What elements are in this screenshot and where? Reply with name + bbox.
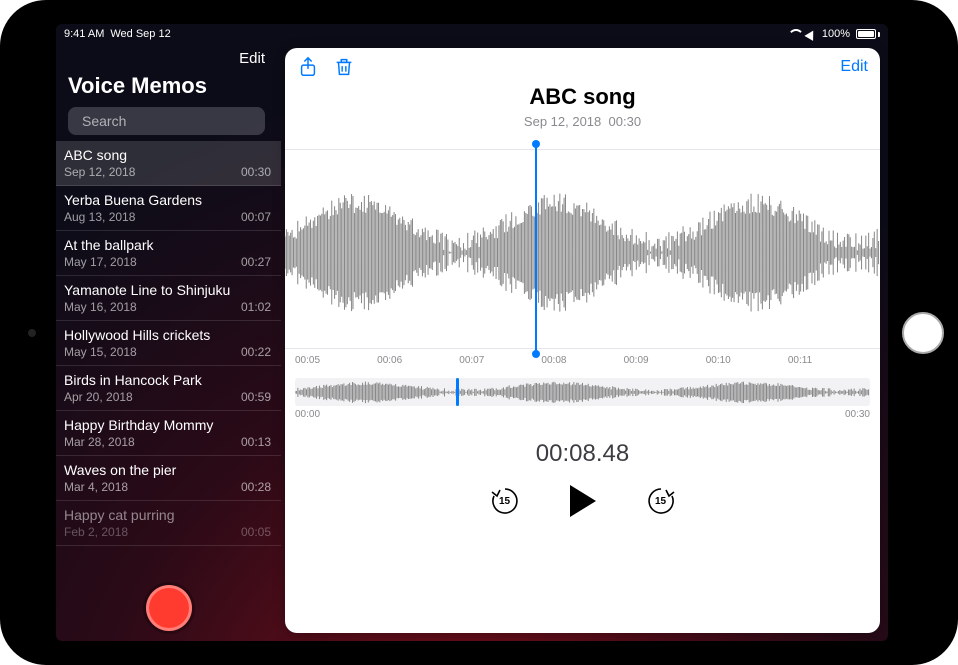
memo-item-title: Yamanote Line to Shinjuku (64, 282, 271, 298)
memo-item-duration: 00:05 (241, 525, 271, 539)
sidebar-edit-button[interactable]: Edit (62, 48, 271, 73)
recording-title: ABC song (285, 84, 880, 110)
memo-item-date: May 15, 2018 (64, 345, 137, 359)
front-camera (28, 329, 36, 337)
memo-item-date: Feb 2, 2018 (64, 525, 128, 539)
memo-item-title: Happy Birthday Mommy (64, 417, 271, 433)
memo-item-duration: 00:22 (241, 345, 271, 359)
battery-icon (856, 29, 880, 39)
memo-item-duration: 00:27 (241, 255, 271, 269)
timeline-tick-label: 00:07 (459, 355, 541, 366)
memo-item-title: Hollywood Hills crickets (64, 327, 271, 343)
memo-list-item[interactable]: Waves on the pier Mar 4, 2018 00:28 (56, 456, 281, 501)
playback-controls: 15 15 (285, 484, 880, 518)
home-button[interactable] (902, 312, 944, 354)
memo-list[interactable]: ABC song Sep 12, 2018 00:30 Yerba Buena Gar… (56, 141, 281, 546)
waveform-large-graphic (285, 150, 880, 355)
memo-item-duration: 00:59 (241, 390, 271, 404)
play-button[interactable] (570, 485, 596, 517)
memo-item-title: Yerba Buena Gardens (64, 192, 271, 208)
waveform-large[interactable] (285, 149, 880, 349)
share-icon[interactable] (297, 56, 319, 78)
memo-list-item[interactable]: ABC song Sep 12, 2018 00:30 (56, 141, 281, 186)
timeline-tick-label: 00:06 (377, 355, 459, 366)
skip-back-button[interactable]: 15 (488, 484, 522, 518)
playhead-overview[interactable] (456, 378, 459, 406)
wifi-icon (788, 29, 800, 39)
ipad-frame: 9:41 AM Wed Sep 12 100% Edit Voice Memos (0, 0, 958, 665)
memo-item-duration: 00:13 (241, 435, 271, 449)
timeline-tick-label: 00:09 (624, 355, 706, 366)
trash-icon[interactable] (333, 56, 355, 78)
memo-item-date: May 16, 2018 (64, 300, 137, 314)
waveform-overview[interactable]: 00:00 00:30 (295, 378, 870, 420)
memo-list-item[interactable]: Happy cat purring Feb 2, 2018 00:05 (56, 501, 281, 546)
timeline-tick-label: 00:05 (295, 355, 377, 366)
memo-item-title: At the ballpark (64, 237, 271, 253)
timeline-tick-label: 00:10 (706, 355, 788, 366)
app-title: Voice Memos (62, 73, 271, 107)
battery-percent: 100% (822, 28, 850, 40)
search-box[interactable] (68, 107, 265, 135)
timeline-tick-label: 00:08 (541, 355, 623, 366)
status-date: Wed Sep 12 (110, 28, 170, 40)
waveform-overview-graphic (295, 378, 870, 406)
overview-start-time: 00:00 (295, 409, 320, 420)
status-bar: 9:41 AM Wed Sep 12 100% (56, 24, 888, 42)
memo-list-item[interactable]: Hollywood Hills crickets May 15, 2018 00:2… (56, 321, 281, 366)
memo-item-duration: 00:28 (241, 480, 271, 494)
playhead-large[interactable] (535, 144, 537, 354)
memo-item-date: Mar 4, 2018 (64, 480, 128, 494)
detail-toolbar: Edit (285, 48, 880, 86)
memo-item-title: Happy cat purring (64, 507, 271, 523)
record-button[interactable] (146, 585, 192, 631)
memo-list-item[interactable]: Happy Birthday Mommy Mar 28, 2018 00:13 (56, 411, 281, 456)
memo-item-date: Apr 20, 2018 (64, 390, 133, 404)
location-icon (804, 28, 817, 41)
memo-item-date: Aug 13, 2018 (64, 210, 135, 224)
skip-forward-button[interactable]: 15 (644, 484, 678, 518)
memo-list-item[interactable]: Yerba Buena Gardens Aug 13, 2018 00:07 (56, 186, 281, 231)
memo-item-duration: 00:07 (241, 210, 271, 224)
memo-item-date: May 17, 2018 (64, 255, 137, 269)
overview-end-time: 00:30 (845, 409, 870, 420)
memo-list-item[interactable]: Yamanote Line to Shinjuku May 16, 2018 01:… (56, 276, 281, 321)
memo-list-item[interactable]: Birds in Hancock Park Apr 20, 2018 00:59 (56, 366, 281, 411)
memo-item-title: ABC song (64, 147, 271, 163)
memo-item-title: Birds in Hancock Park (64, 372, 271, 388)
recording-subtitle: Sep 12, 2018 00:30 (285, 114, 880, 129)
current-time-display: 00:08.48 (285, 440, 880, 468)
detail-edit-button[interactable]: Edit (840, 58, 868, 76)
memo-item-date: Sep 12, 2018 (64, 165, 135, 179)
timeline-tick-label: 00:11 (788, 355, 870, 366)
memo-item-title: Waves on the pier (64, 462, 271, 478)
detail-panel: Edit ABC song Sep 12, 2018 00:30 00:0500… (285, 48, 880, 633)
status-time: 9:41 AM (64, 28, 104, 40)
sidebar: Edit Voice Memos ABC song Sep 12, 2018 00:… (56, 42, 281, 641)
memo-item-duration: 01:02 (241, 300, 271, 314)
memo-list-item[interactable]: At the ballpark May 17, 2018 00:27 (56, 231, 281, 276)
memo-item-duration: 00:30 (241, 165, 271, 179)
memo-item-date: Mar 28, 2018 (64, 435, 135, 449)
screen: 9:41 AM Wed Sep 12 100% Edit Voice Memos (56, 24, 888, 641)
search-input[interactable] (82, 113, 263, 129)
